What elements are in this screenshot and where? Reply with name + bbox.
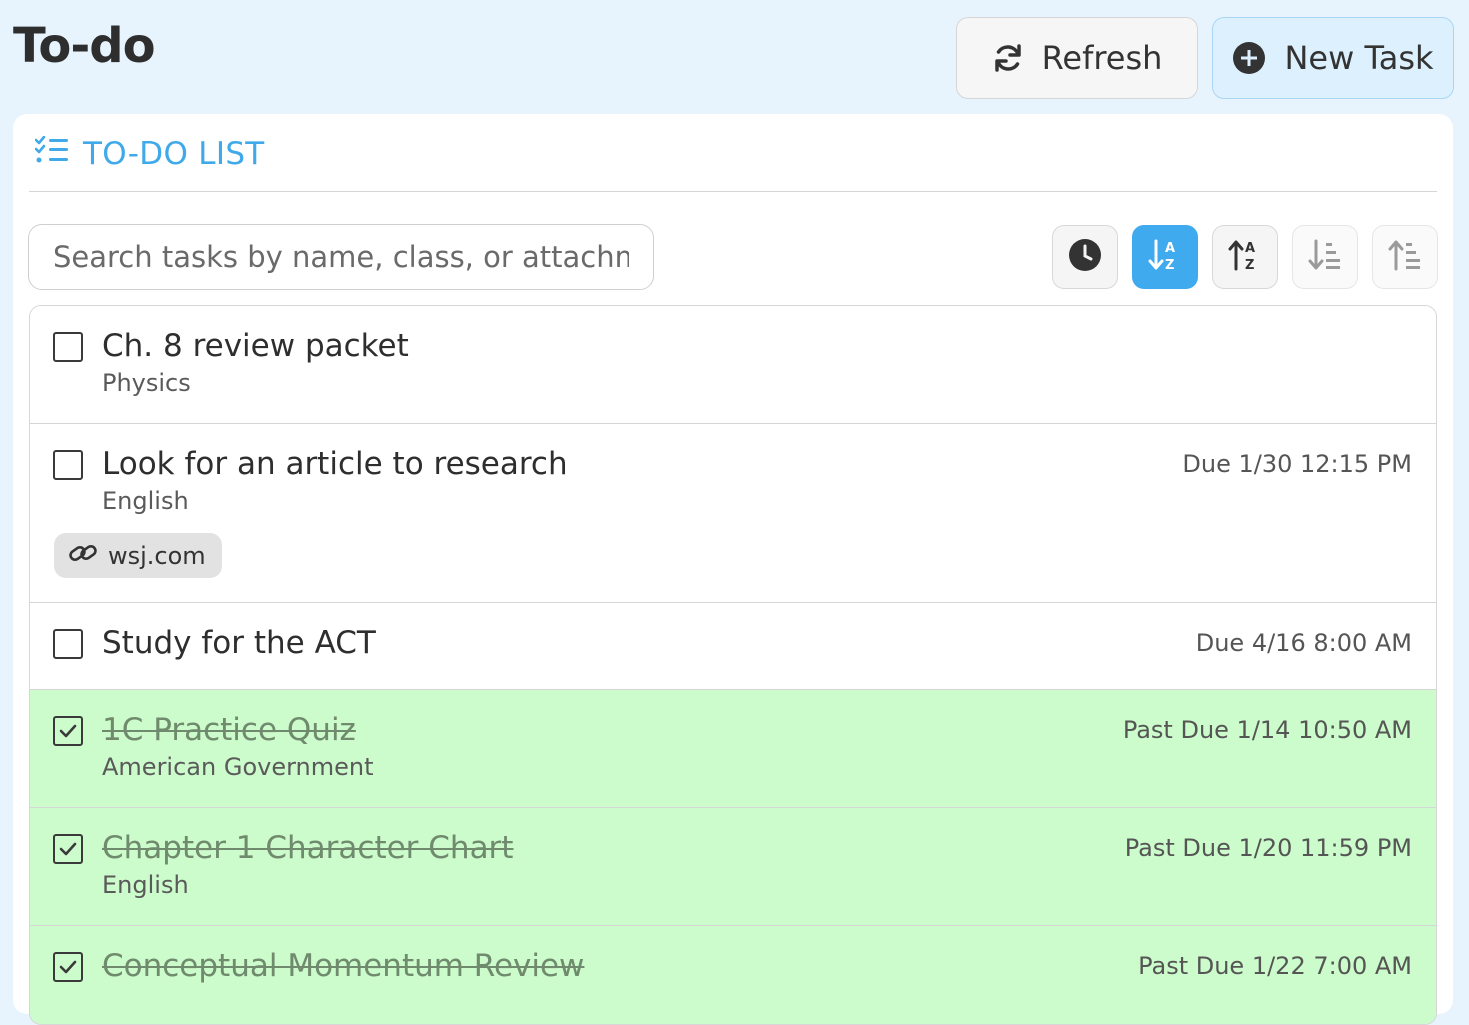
task-name: 1C Practice Quiz [102,712,356,748]
task-row[interactable]: Study for the ACT Due 4/16 8:00 AM [30,603,1436,690]
checkmark-icon [59,724,77,738]
refresh-label: Refresh [1041,39,1163,77]
task-row[interactable]: Look for an article to research English … [30,424,1436,603]
task-due-date: Due 1/30 12:15 PM [1182,450,1412,478]
task-name: Conceptual Momentum Review [102,948,585,984]
task-checkbox[interactable] [53,332,83,362]
sort-amount-down-icon [1308,238,1342,276]
task-checkbox[interactable] [53,952,83,982]
page-header: To-do Refresh New Task [0,0,1469,110]
plus-circle-icon [1232,41,1266,75]
sort-amount-ascending-button[interactable] [1372,225,1438,289]
sort-by-date-button[interactable] [1052,225,1118,289]
new-task-label: New Task [1284,39,1434,77]
task-checkbox[interactable] [53,450,83,480]
checkmark-icon [59,960,77,974]
task-class: American Government [102,753,374,781]
task-due-date: Past Due 1/14 10:50 AM [1122,716,1412,744]
task-due-date: Due 4/16 8:00 AM [1195,629,1412,657]
attachment-link[interactable]: wsj.com [54,533,222,578]
refresh-icon [992,42,1024,74]
search-input[interactable] [28,224,654,290]
task-due-date: Past Due 1/22 7:00 AM [1138,952,1412,980]
svg-text:A: A [1165,241,1175,256]
sort-amount-descending-button[interactable] [1292,225,1358,289]
task-name: Study for the ACT [102,625,376,661]
list-check-icon [34,135,69,172]
task-due-date: Past Due 1/20 11:59 PM [1124,834,1412,862]
task-row[interactable]: Ch. 8 review packet Physics [30,306,1436,424]
page-title: To-do [13,18,156,74]
refresh-button[interactable]: Refresh [956,17,1198,99]
sort-alpha-down-icon: A Z [1148,238,1182,276]
svg-text:Z: Z [1245,258,1254,272]
attachment-label: wsj.com [108,541,206,570]
todo-list-heading: TO-DO LIST [34,135,265,172]
task-checkbox[interactable] [53,834,83,864]
sort-alpha-descending-button[interactable]: A Z [1212,225,1278,289]
sort-alpha-ascending-button[interactable]: A Z [1132,225,1198,289]
sort-amount-up-icon [1388,238,1422,276]
new-task-button[interactable]: New Task [1212,17,1454,99]
task-class: Physics [102,369,191,397]
task-row[interactable]: 1C Practice Quiz American Government Pas… [30,690,1436,808]
svg-text:A: A [1245,241,1255,256]
todo-card: TO-DO LIST A Z A Z [13,114,1453,1025]
task-list: Ch. 8 review packet Physics Look for an … [29,305,1437,1025]
task-checkbox[interactable] [53,629,83,659]
task-name: Look for an article to research [102,446,568,482]
task-name: Ch. 8 review packet [102,328,409,364]
task-class: English [102,871,189,899]
divider [29,191,1437,192]
link-icon [68,541,98,571]
sort-alpha-up-icon: A Z [1228,238,1262,276]
task-checkbox[interactable] [53,716,83,746]
checkmark-icon [59,842,77,856]
task-class: English [102,487,189,515]
todo-list-title: TO-DO LIST [83,136,265,172]
task-name: Chapter 1 Character Chart [102,830,514,866]
task-row[interactable]: Conceptual Momentum Review Past Due 1/22… [30,926,1436,1024]
task-row[interactable]: Chapter 1 Character Chart English Past D… [30,808,1436,926]
clock-icon [1068,238,1102,276]
svg-text:Z: Z [1165,258,1174,272]
